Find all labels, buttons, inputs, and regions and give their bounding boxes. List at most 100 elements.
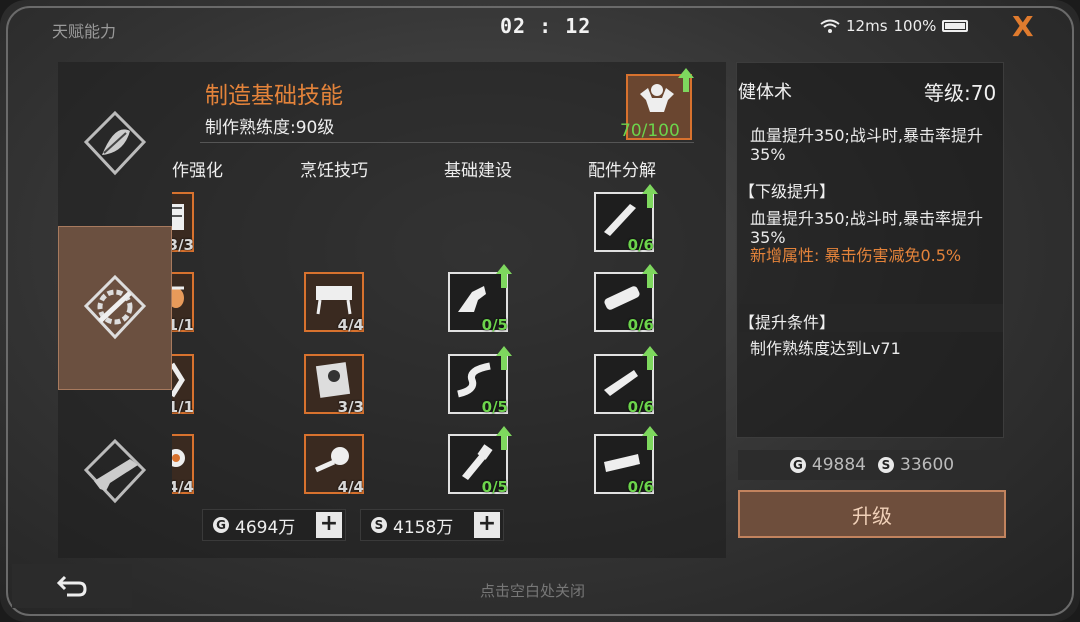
slot-count: 0/5 bbox=[481, 478, 508, 496]
column-header: 作强化 bbox=[172, 161, 223, 181]
back-arrow-icon bbox=[56, 575, 87, 597]
leaf-emblem-icon bbox=[83, 110, 147, 176]
category-tabs bbox=[58, 62, 172, 558]
tab-crafting[interactable] bbox=[58, 226, 172, 390]
recipe-icon bbox=[315, 362, 351, 398]
ping-text: 12ms bbox=[846, 17, 888, 35]
new-attribute: 新增属性: 暴击伤害减免0.5% bbox=[750, 246, 962, 265]
slot-count: 4/4 bbox=[172, 478, 194, 496]
gold-coin-icon: G bbox=[789, 457, 806, 473]
close-icon[interactable]: X bbox=[1012, 10, 1034, 43]
gold-cost: 49884 bbox=[811, 455, 866, 475]
gun-emblem-icon bbox=[83, 438, 147, 504]
skill-name: 健体术 bbox=[738, 82, 792, 103]
gear-wrench-icon bbox=[83, 274, 147, 340]
tab-weapons[interactable] bbox=[58, 390, 172, 554]
upgrade-button[interactable]: 升级 bbox=[738, 490, 1006, 538]
skill-slot[interactable]: 0/6 bbox=[594, 426, 658, 496]
back-button[interactable] bbox=[12, 564, 132, 608]
upgrade-arrow-icon bbox=[642, 426, 658, 450]
skill-count: 70/100 bbox=[620, 121, 680, 141]
proficiency-text: 制作熟练度:90级 bbox=[205, 118, 335, 138]
skill-slot[interactable]: 4/4 bbox=[172, 434, 194, 496]
divider bbox=[200, 142, 694, 143]
gold-coin-icon: G bbox=[213, 517, 229, 533]
slot-count: 0/6 bbox=[627, 478, 654, 496]
kettle-icon bbox=[314, 447, 349, 473]
pliers-icon bbox=[172, 362, 185, 398]
silver-amount: 4158万 bbox=[393, 517, 454, 538]
silver-coin-icon: S bbox=[878, 457, 894, 473]
add-gold-button[interactable]: + bbox=[316, 512, 342, 538]
barrel-icon bbox=[604, 286, 640, 310]
slot-count: 0/6 bbox=[627, 398, 654, 416]
slot-count: 0/6 bbox=[627, 316, 654, 334]
slot-count: 3/3 bbox=[337, 398, 364, 416]
pot-icon bbox=[172, 286, 184, 308]
status-bar: 12ms 100% bbox=[820, 17, 969, 35]
tools-icon bbox=[172, 449, 185, 467]
next-level-effect: 血量提升350;战斗时,暴击率提升35% bbox=[750, 209, 984, 247]
skill-slot[interactable]: 4/4 bbox=[304, 434, 364, 496]
upgrade-arrow-icon bbox=[496, 426, 512, 450]
skill-slot[interactable]: 0/6 bbox=[594, 264, 658, 334]
column-header: 烹饪技巧 bbox=[300, 161, 368, 181]
skill-slot[interactable]: 0/5 bbox=[448, 264, 512, 334]
clock: 02 : 12 bbox=[500, 14, 592, 38]
slot-count: 1/1 bbox=[172, 316, 194, 334]
skill-slot[interactable]: 1/1 bbox=[172, 354, 194, 416]
window-title: 天赋能力 bbox=[52, 22, 117, 41]
upgrade-arrow-icon bbox=[642, 264, 658, 288]
skill-slot[interactable]: 0/6 bbox=[594, 184, 658, 254]
gold-resource: G 4694万 + bbox=[202, 509, 346, 541]
skill-slot[interactable]: 4/4 bbox=[304, 272, 364, 334]
silver-cost: 33600 bbox=[900, 455, 955, 475]
plate-icon bbox=[604, 454, 640, 472]
upgrade-arrow-icon bbox=[678, 68, 694, 92]
battery-icon bbox=[942, 20, 969, 32]
hand-icon bbox=[458, 286, 486, 312]
skill-slot[interactable]: 0/5 bbox=[448, 346, 512, 416]
wifi-icon bbox=[820, 19, 840, 33]
tab-nature[interactable] bbox=[58, 62, 172, 226]
upgrade-arrow-icon bbox=[642, 184, 658, 208]
silver-resource: S 4158万 + bbox=[360, 509, 504, 541]
condition-title: 【提升条件】 bbox=[739, 313, 836, 332]
next-level-title: 【下级提升】 bbox=[739, 182, 836, 201]
upgrade-condition: 制作熟练度达到Lv71 bbox=[750, 339, 901, 358]
silver-coin-icon: S bbox=[371, 517, 387, 533]
slot-count: 3/3 bbox=[172, 236, 194, 254]
slot-count: 0/5 bbox=[481, 316, 508, 334]
strongman-icon bbox=[640, 84, 674, 112]
upgrade-arrow-icon bbox=[642, 346, 658, 370]
skill-slot[interactable]: 3/3 bbox=[304, 354, 364, 416]
skill-slot[interactable]: 0/6 bbox=[594, 346, 658, 416]
skill-effect: 血量提升350;战斗时,暴击率提升35% bbox=[750, 126, 984, 164]
slot-count: 0/6 bbox=[627, 236, 654, 254]
grill-icon bbox=[316, 286, 352, 315]
flashlight-icon bbox=[462, 444, 493, 480]
gold-amount: 4694万 bbox=[235, 517, 296, 538]
battery-text: 100% bbox=[893, 17, 937, 35]
blade-icon bbox=[604, 204, 636, 236]
slot-count: 4/4 bbox=[337, 478, 364, 496]
skill-slot[interactable]: 3/3 bbox=[172, 192, 194, 254]
slot-count: 4/4 bbox=[337, 316, 364, 334]
knife-icon bbox=[604, 370, 638, 396]
tool-sketch-icon bbox=[172, 204, 184, 230]
upgrade-arrow-icon bbox=[496, 346, 512, 370]
page-title: 制造基础技能 bbox=[205, 83, 343, 109]
close-hint: 点击空白处关闭 bbox=[480, 582, 586, 600]
upgrade-cost: G 49884 S 33600 bbox=[738, 450, 1006, 480]
add-silver-button[interactable]: + bbox=[474, 512, 500, 538]
skill-slot[interactable]: 0/5 bbox=[448, 426, 512, 496]
slot-count: 1/1 bbox=[172, 398, 194, 416]
slot-count: 0/5 bbox=[481, 398, 508, 416]
column-header: 配件分解 bbox=[588, 161, 656, 181]
road-icon bbox=[457, 362, 491, 398]
skill-grid: 3/3 1/1 1/1 4/4 4/4 3/3 4/4 0/5 0/5 0/5 … bbox=[172, 180, 732, 510]
skill-level: 等级:70 bbox=[924, 81, 997, 105]
skill-slot[interactable]: 1/1 bbox=[172, 272, 194, 334]
column-header: 基础建设 bbox=[444, 161, 512, 181]
upgrade-arrow-icon bbox=[496, 264, 512, 288]
